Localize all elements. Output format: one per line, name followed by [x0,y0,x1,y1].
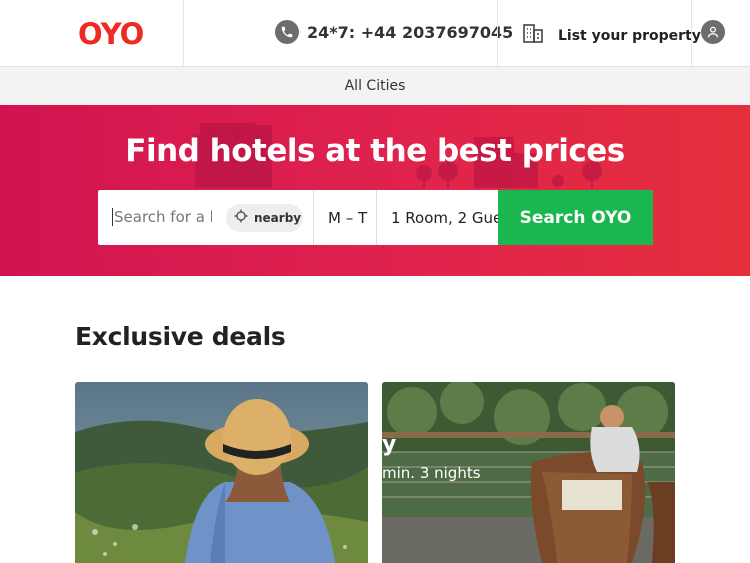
search-oyo-button[interactable]: Search OYO [498,190,653,245]
top-header: OYO 24*7: +44 2037697045 List your prope… [0,0,750,67]
user-icon[interactable] [701,20,725,44]
deal-card[interactable]: y min. 3 nights [382,382,675,563]
building-icon [521,21,545,50]
support-phone[interactable]: 24*7: +44 2037697045 [275,20,513,44]
header-divider [497,0,498,66]
hotel-search-bar: nearby M – T 1 Room, 2 Guests Search OYO [98,190,653,245]
exclusive-deals-title: Exclusive deals [75,322,286,351]
oyo-logo[interactable]: OYO [78,17,144,51]
nearby-button[interactable]: nearby [226,204,303,232]
list-property-link[interactable]: List your property [521,21,701,50]
phone-icon [275,20,299,44]
deal-image-woman-hat [75,382,368,563]
hero-title: Find hotels at the best prices [125,133,625,169]
rooms-guests-picker[interactable]: 1 Room, 2 Guests [377,190,498,245]
deal-subtext: min. 3 nights [382,464,481,482]
date-range-picker[interactable]: M – T [314,190,377,245]
crosshair-icon [234,209,248,228]
deal-card[interactable] [75,382,368,563]
header-divider [691,0,692,66]
nearby-label: nearby [254,211,302,225]
deal-heading: y [382,432,397,457]
all-cities-bar[interactable]: All Cities [0,67,750,105]
location-field: nearby [98,190,314,245]
list-property-label: List your property [558,27,701,44]
phone-number: 24*7: +44 2037697045 [307,22,514,42]
header-divider [183,0,184,66]
all-cities-label: All Cities [344,78,406,94]
location-search-input[interactable] [112,208,212,226]
